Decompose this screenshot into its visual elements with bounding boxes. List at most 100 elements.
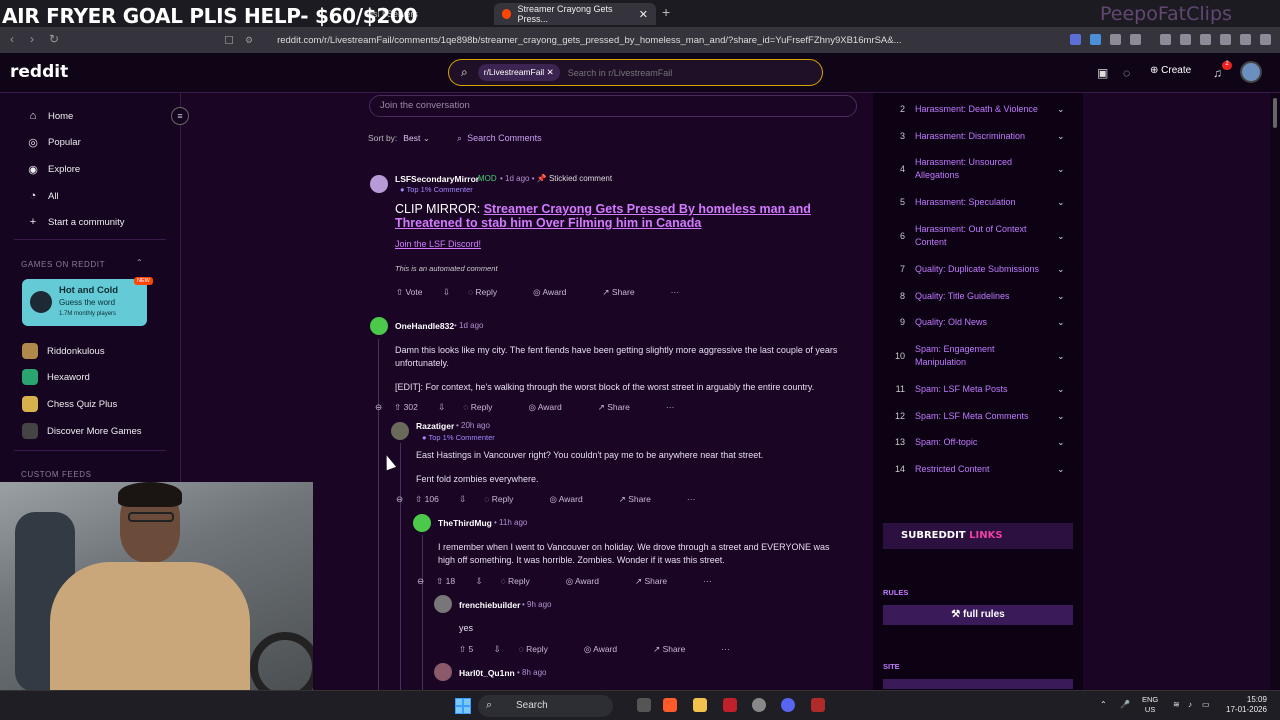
share-button[interactable]: ↗ Share xyxy=(653,644,703,654)
sidebar-icon[interactable] xyxy=(1180,34,1191,45)
subreddit-chip[interactable]: r/LivestreamFail ✕ xyxy=(477,64,560,81)
comment-author[interactable]: Harl0t_Qu1nn xyxy=(459,668,515,678)
clock[interactable]: 15:09 17-01-2026 xyxy=(1226,695,1267,715)
avatar[interactable] xyxy=(370,317,388,335)
app-icon[interactable] xyxy=(811,698,825,712)
vote-button[interactable]: ⇧ 18 ⇩ xyxy=(436,576,482,586)
volume-icon[interactable]: ♪ xyxy=(1188,700,1192,709)
collapse-icon[interactable]: ⊖ xyxy=(396,494,403,504)
collapse-icon[interactable]: ⊖ xyxy=(375,402,382,412)
more-button[interactable]: ··· xyxy=(687,494,696,504)
chevron-up-icon[interactable]: ⌃ xyxy=(136,258,143,267)
language-indicator[interactable]: ENG US xyxy=(1142,695,1158,715)
app-icon[interactable] xyxy=(723,698,737,712)
discord-link[interactable]: Join the LSF Discord! xyxy=(395,239,481,249)
share-button[interactable]: ↗ Share xyxy=(635,576,685,586)
ads-icon[interactable]: ▣ xyxy=(1097,66,1108,80)
avatar[interactable] xyxy=(434,595,452,613)
tab-active[interactable]: Streamer Crayong Gets Press... ✕ xyxy=(494,3,656,25)
avatar[interactable] xyxy=(370,175,388,193)
sidebar-item-start-community[interactable]: + Start a community xyxy=(26,216,125,228)
sidebar-item-home[interactable]: ⌂ Home xyxy=(26,110,74,122)
sidebar-item-popular[interactable]: ◎ Popular xyxy=(26,136,81,149)
reddit-logo[interactable]: reddit xyxy=(10,62,68,82)
more-button[interactable]: ··· xyxy=(721,644,730,654)
reply-button[interactable]: ◌ Reply xyxy=(484,494,531,504)
page-scrollbar[interactable] xyxy=(1270,93,1280,690)
featured-game-card[interactable]: Hot and Cold Guess the word 1.7M monthly… xyxy=(22,279,147,326)
chevron-up-icon[interactable]: ⌃ xyxy=(1100,700,1107,709)
reply-button[interactable]: ◌ Reply xyxy=(463,402,510,412)
more-button[interactable]: ··· xyxy=(703,576,712,586)
reload-icon[interactable]: ↻ xyxy=(49,32,59,46)
battery-icon[interactable]: ▭ xyxy=(1202,700,1210,709)
file-explorer-icon[interactable] xyxy=(693,698,707,712)
reply-button[interactable]: ◌ Reply xyxy=(468,287,515,297)
avatar[interactable] xyxy=(413,514,431,532)
full-rules-button[interactable]: ⚒ full rules xyxy=(883,605,1073,625)
comment-author[interactable]: LSFSecondaryMirror xyxy=(395,174,479,184)
close-tab-icon[interactable]: ✕ xyxy=(639,8,648,21)
search-comments-button[interactable]: ⌕ Search Comments xyxy=(457,133,542,144)
award-button[interactable]: ◎ Award xyxy=(584,644,635,654)
search-input[interactable] xyxy=(567,67,768,78)
avatar[interactable] xyxy=(391,422,409,440)
music-icon[interactable] xyxy=(1160,34,1171,45)
award-button[interactable]: ◎ Award xyxy=(549,494,600,504)
shield-icon[interactable] xyxy=(1240,34,1251,45)
site-info-icon[interactable]: ⚙ xyxy=(245,35,253,46)
address-field[interactable]: ⚙ reddit.com/r/LivestreamFail/comments/1q… xyxy=(245,30,965,50)
task-view-icon[interactable] xyxy=(637,698,651,712)
reply-button[interactable]: ◌ Reply xyxy=(501,576,548,586)
game-item-discover[interactable]: Discover More Games xyxy=(22,423,142,439)
award-button[interactable]: ◎ Award xyxy=(528,402,579,412)
extension-icon[interactable] xyxy=(1070,34,1081,45)
comment-author[interactable]: TheThirdMug xyxy=(438,518,492,528)
taskbar-search[interactable]: ⌕ Search xyxy=(478,695,613,717)
comment-author[interactable]: OneHandle832 xyxy=(395,321,454,331)
share-button[interactable]: ↗ Share xyxy=(619,494,669,504)
more-button[interactable]: ··· xyxy=(671,287,680,297)
create-button[interactable]: ⊕ Create xyxy=(1150,65,1191,76)
reply-button[interactable]: ◌ Reply xyxy=(519,644,566,654)
scrollbar-thumb[interactable] xyxy=(1273,98,1277,128)
comment-author[interactable]: Razatiger xyxy=(416,421,454,431)
app-icon[interactable] xyxy=(752,698,766,712)
wifi-icon[interactable]: ≋ xyxy=(1173,700,1180,709)
game-item-chess-quiz[interactable]: Chess Quiz Plus xyxy=(22,396,117,412)
discord-icon[interactable] xyxy=(781,698,795,712)
sidebar-item-all[interactable]: ◔ All xyxy=(26,190,59,202)
vote-button[interactable]: ⇧ Vote ⇩ xyxy=(396,287,450,297)
game-item-riddonkulous[interactable]: Riddonkulous xyxy=(22,343,105,359)
award-button[interactable]: ◎ Award xyxy=(566,576,617,586)
extension-icon[interactable] xyxy=(1090,34,1101,45)
menu-icon[interactable] xyxy=(1260,34,1271,45)
join-conversation-input[interactable]: Join the conversation xyxy=(369,95,857,117)
mic-icon[interactable]: 🎤 xyxy=(1120,700,1130,709)
back-icon[interactable]: ‹ xyxy=(10,32,14,46)
comment-author[interactable]: frenchiebuilder xyxy=(459,600,520,610)
game-item-hexaword[interactable]: Hexaword xyxy=(22,369,90,385)
award-button[interactable]: ◎ Award xyxy=(533,287,584,297)
vote-button[interactable]: ⇧ 5 ⇩ xyxy=(459,644,501,654)
more-button[interactable]: ··· xyxy=(666,402,675,412)
bell-icon[interactable]: ♫ xyxy=(1213,66,1222,80)
new-tab-icon[interactable]: + xyxy=(662,4,670,20)
brave-icon[interactable] xyxy=(663,698,677,712)
windows-start-icon[interactable] xyxy=(455,698,471,714)
extension-icon[interactable] xyxy=(1130,34,1141,45)
sidebar-item-explore[interactable]: ◉ Explore xyxy=(26,163,80,176)
extension-icon[interactable] xyxy=(1110,34,1121,45)
avatar[interactable] xyxy=(1240,61,1262,83)
share-button[interactable]: ↗ Share xyxy=(598,402,648,412)
sort-control[interactable]: Sort by: Best ⌄ xyxy=(368,133,430,144)
vote-button[interactable]: ⇧ 106 ⇩ xyxy=(415,494,466,504)
wallet-icon[interactable] xyxy=(1200,34,1211,45)
avatar[interactable] xyxy=(434,663,452,681)
bookmark-icon[interactable]: ◻ xyxy=(224,32,234,46)
site-button[interactable] xyxy=(883,679,1073,689)
vote-button[interactable]: ⇧ 302 ⇩ xyxy=(394,402,445,412)
ai-icon[interactable] xyxy=(1220,34,1231,45)
chat-icon[interactable]: ◌ xyxy=(1123,66,1130,80)
forward-icon[interactable]: › xyxy=(30,32,34,46)
